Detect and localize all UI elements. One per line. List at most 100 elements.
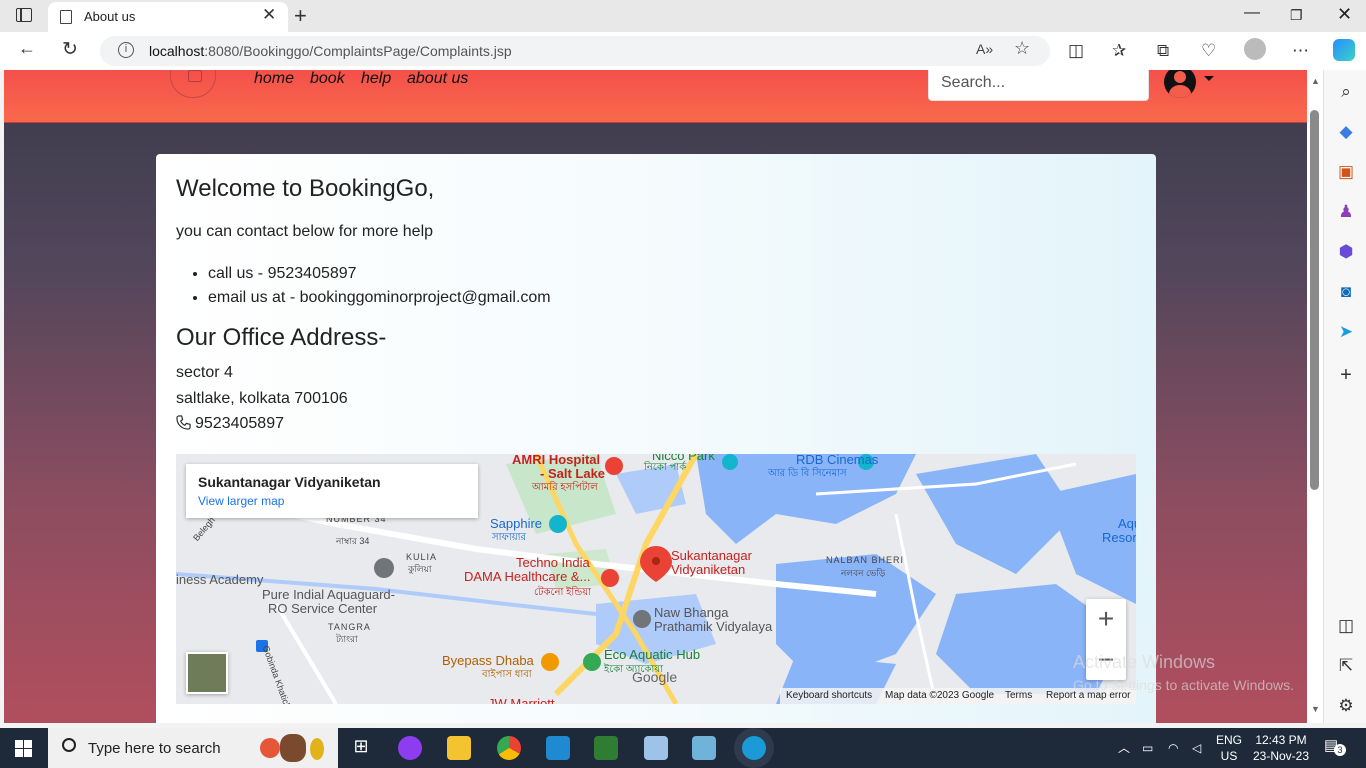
vscode-icon[interactable]: [546, 736, 570, 760]
sidebar-games-icon[interactable]: ♟: [1335, 202, 1357, 222]
refresh-icon[interactable]: ↻: [62, 38, 78, 61]
collections-icon[interactable]: ⧉: [1157, 41, 1169, 61]
map-label-pure-2: RO Service Center: [268, 601, 378, 616]
read-aloud-icon[interactable]: A»: [976, 41, 993, 57]
google-map[interactable]: AMRI Hospital - Salt Lake আমরি হসপিটাল N…: [176, 454, 1136, 704]
profile-avatar[interactable]: [1244, 38, 1266, 60]
edge-sidebar: ⌕ ◆ ▣ ♟ ⬢ ◙ ➤ + ◫ ⇱ ⚙: [1323, 70, 1366, 723]
scroll-up-icon[interactable]: ▲: [1311, 76, 1320, 86]
scroll-down-icon[interactable]: ▼: [1311, 704, 1320, 714]
sidebar-drop-icon[interactable]: ➤: [1335, 322, 1357, 342]
address-line-2: saltlake, kolkata 700106: [176, 390, 348, 407]
nav-about-us[interactable]: about us: [407, 70, 468, 88]
address-bar[interactable]: i localhost:8080/Bookinggo/ComplaintsPag…: [100, 36, 1050, 66]
office-heading: Our Office Address-: [176, 324, 387, 351]
sidebar-outlook-icon[interactable]: ◙: [1335, 282, 1357, 302]
app-icon-3[interactable]: [644, 736, 668, 760]
map-label-naw-2: Prathamik Vidyalaya: [654, 619, 773, 634]
more-menu-icon[interactable]: ⋯: [1292, 41, 1309, 61]
chrome-icon[interactable]: [497, 736, 521, 760]
google-logo: Google: [632, 669, 678, 685]
split-screen-icon[interactable]: ◫: [1068, 41, 1084, 61]
tray-clock[interactable]: 12:43 PM 23-Nov-23: [1250, 732, 1312, 764]
sidebar-search-icon[interactable]: ⌕: [1335, 82, 1357, 102]
edge-icon[interactable]: [742, 736, 766, 760]
site-info-icon[interactable]: i: [118, 42, 134, 58]
sidebar-office-icon[interactable]: ⬢: [1335, 242, 1357, 262]
tab-about-us[interactable]: About us ✕: [48, 2, 288, 32]
sidebar-shopping-icon[interactable]: ◆: [1335, 122, 1357, 142]
taskbar-search-icon: [62, 738, 76, 752]
view-larger-map-link[interactable]: View larger map: [198, 494, 284, 508]
address-toolbar: ← ↻ i localhost:8080/Bookinggo/Complaint…: [0, 32, 1366, 70]
app-icon-4[interactable]: [692, 736, 716, 760]
map-label-amri-bn: আমরি হসপিটাল: [532, 482, 598, 493]
map-label-aqua: Aqu: [1118, 516, 1136, 531]
map-label-jw: JW Marriott: [488, 696, 555, 704]
sidebar-panel-icon[interactable]: ◫: [1335, 616, 1357, 636]
activate-windows-title: Activate Windows: [1073, 652, 1216, 672]
welcome-heading: Welcome to BookingGo,: [176, 175, 435, 202]
map-label-techno: Techno India: [516, 555, 590, 570]
tab-close-icon[interactable]: ✕: [262, 5, 276, 25]
new-tab-icon[interactable]: +: [294, 3, 307, 29]
tray-wifi-icon[interactable]: ◠: [1168, 740, 1178, 756]
map-place-card: Sukantanagar Vidyaniketan View larger ma…: [186, 464, 478, 518]
tray-language[interactable]: ENG US: [1214, 732, 1244, 764]
favorites-icon[interactable]: ✰: [1112, 41, 1126, 61]
restore-icon[interactable]: ❐: [1290, 7, 1303, 24]
contact-list: call us - 9523405897 email us at - booki…: [208, 262, 551, 310]
address-line-1: sector 4: [176, 364, 233, 381]
app-icon-2[interactable]: [594, 736, 618, 760]
map-label-kulia: KULIA: [406, 552, 438, 562]
window-close-icon[interactable]: ✕: [1337, 4, 1352, 25]
tab-bar: About us ✕ + — ❐ ✕: [0, 0, 1366, 32]
site-search-input[interactable]: Search...: [928, 70, 1149, 101]
file-explorer-icon[interactable]: [447, 736, 471, 760]
activate-windows-hint: Go to Settings to activate Windows.: [1073, 677, 1294, 693]
tray-chevron-icon[interactable]: ︿: [1118, 740, 1130, 756]
map-label-sapphire: Sapphire: [490, 516, 543, 531]
tray-volume-icon[interactable]: ◁: [1192, 740, 1201, 756]
copilot-icon[interactable]: [1333, 39, 1355, 61]
url-text[interactable]: localhost:8080/Bookinggo/ComplaintsPage/…: [149, 43, 512, 59]
sidebar-open-external-icon[interactable]: ⇱: [1335, 656, 1357, 676]
nav-home[interactable]: home: [254, 70, 294, 88]
site-logo[interactable]: [170, 70, 216, 98]
office-phone: 9523405897: [176, 415, 284, 433]
scrollbar-thumb[interactable]: [1310, 110, 1319, 490]
sidebar-tools-icon[interactable]: ▣: [1335, 162, 1357, 182]
contact-phone: call us - 9523405897: [208, 262, 551, 286]
map-label-pure-1: Pure Indial Aquaguard-: [262, 587, 395, 602]
search-highlight-icon: [260, 738, 280, 758]
minimize-icon[interactable]: —: [1244, 4, 1260, 22]
site-header: home book help about us Search...: [4, 70, 1307, 123]
satellite-toggle[interactable]: [186, 652, 228, 694]
sidebar-add-icon[interactable]: +: [1335, 364, 1357, 386]
search-highlight-turkey-icon: [280, 734, 306, 762]
back-icon[interactable]: ←: [18, 38, 36, 59]
map-label-tangra: TANGRA: [328, 622, 371, 632]
tab-actions-icon[interactable]: [16, 8, 32, 22]
performance-icon[interactable]: ♡: [1201, 41, 1216, 61]
favorite-star-icon[interactable]: ☆: [1014, 38, 1030, 59]
phone-icon: [176, 415, 191, 430]
app-icon-1[interactable]: [398, 736, 422, 760]
taskbar-search-box[interactable]: Type here to search: [48, 728, 338, 768]
map-label-resor: Resor: [1102, 530, 1136, 545]
sidebar-settings-icon[interactable]: ⚙: [1335, 696, 1357, 716]
task-view-icon[interactable]: ⊞: [349, 736, 373, 760]
search-highlight-corn-icon: [310, 738, 324, 760]
keyboard-shortcuts-link[interactable]: Keyboard shortcuts: [786, 690, 872, 701]
tray-battery-icon[interactable]: ▭: [1142, 740, 1153, 756]
map-label-nicco-bn: নিকো পার্ক: [644, 462, 687, 473]
nav-help[interactable]: help: [361, 70, 391, 88]
zoom-in-button[interactable]: +: [1086, 599, 1126, 639]
map-label-sukanta-2: Vidyaniketan: [671, 562, 746, 577]
user-dropdown-caret-icon[interactable]: [1204, 76, 1214, 81]
page-scrollbar[interactable]: ▲ ▼: [1307, 70, 1323, 723]
windows-start-icon[interactable]: [15, 740, 32, 757]
user-account-icon[interactable]: [1164, 70, 1196, 98]
terms-link[interactable]: Terms: [1005, 690, 1032, 701]
nav-book[interactable]: book: [310, 70, 345, 88]
